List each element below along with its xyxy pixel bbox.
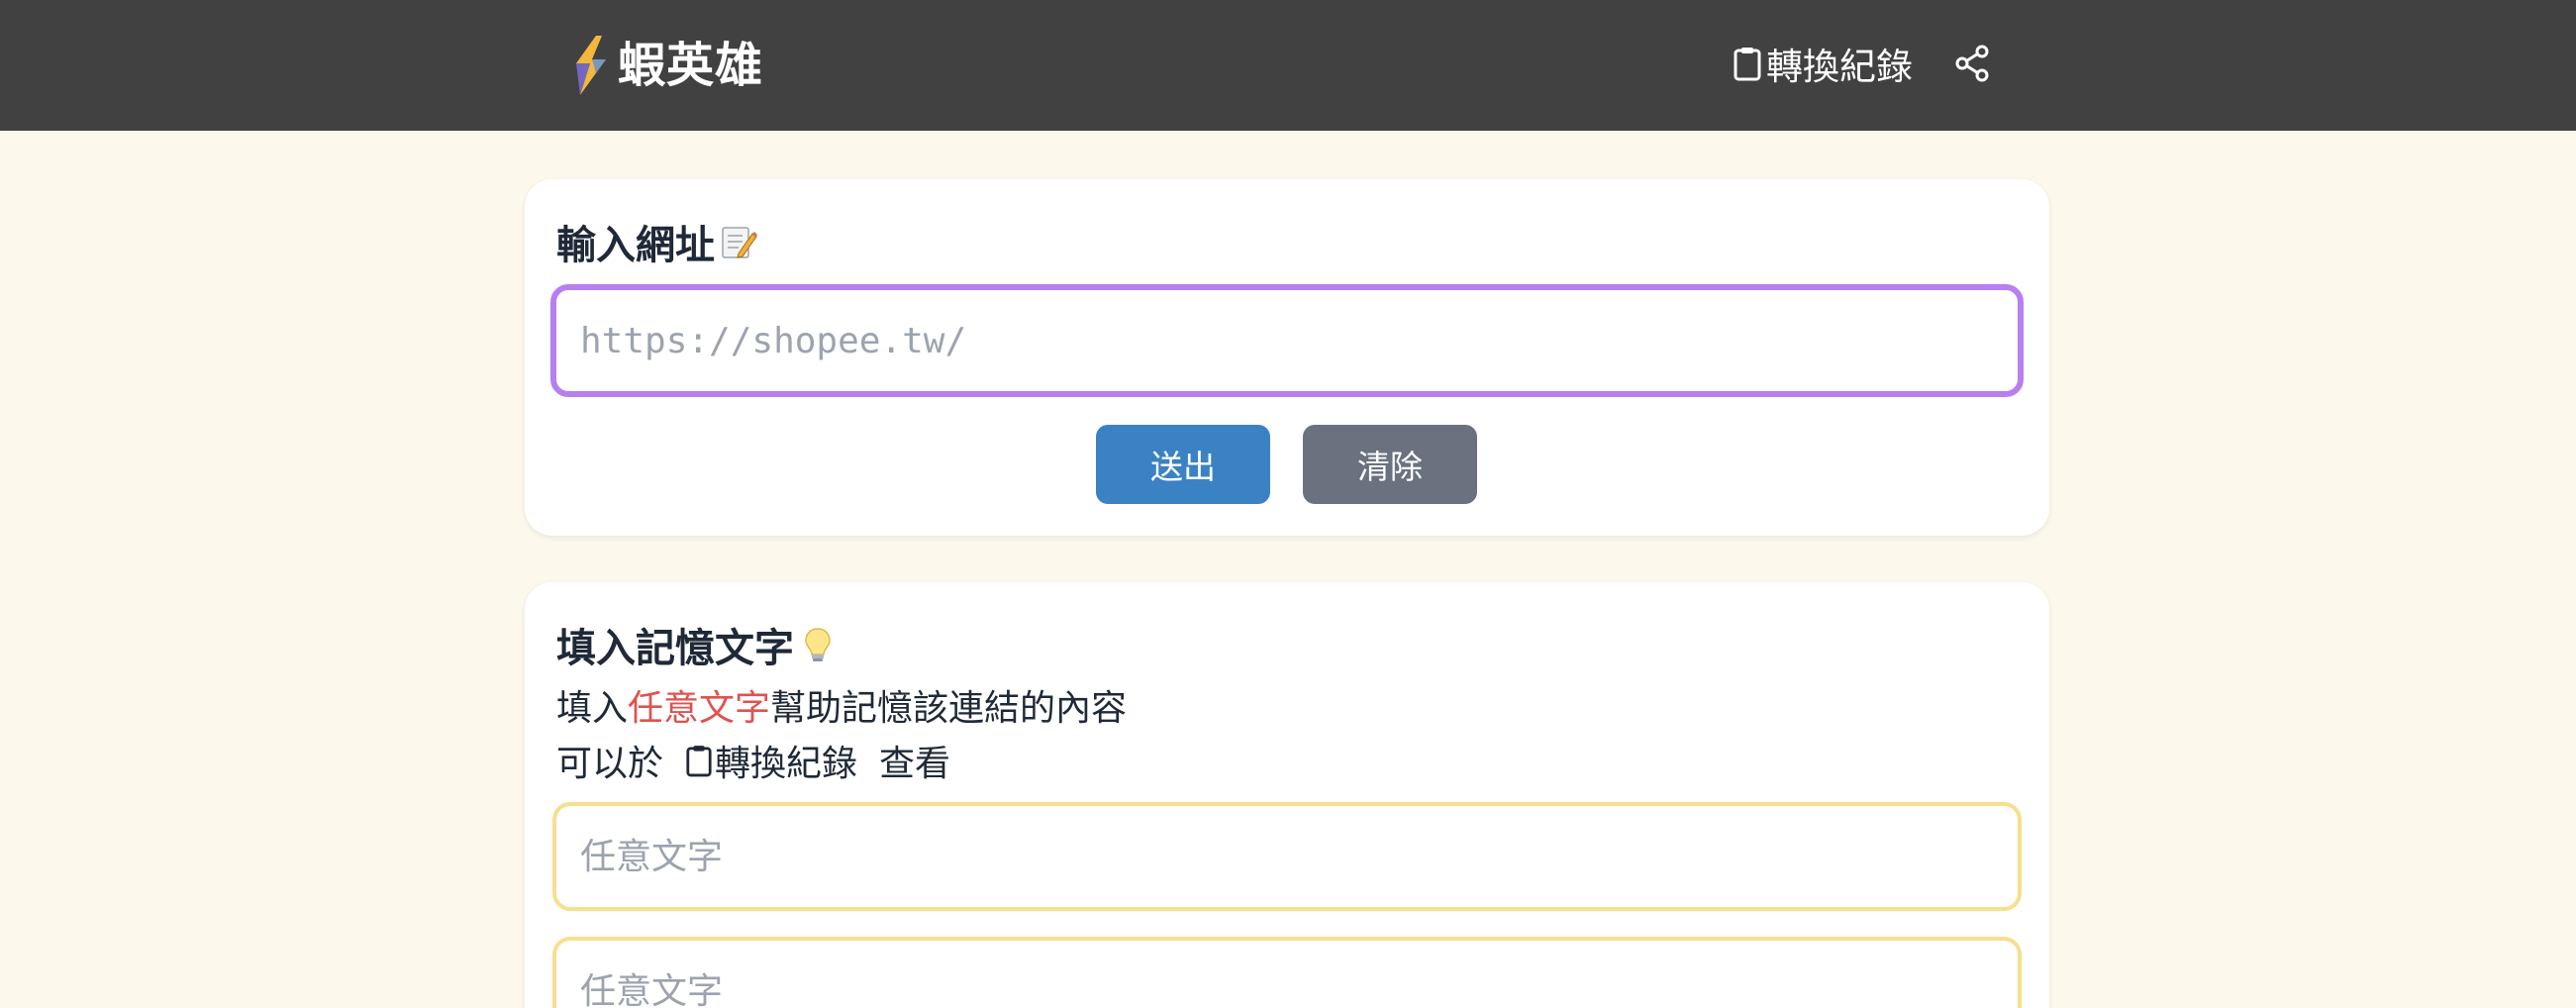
memo-desc-suffix: 幫助記憶該連結的內容 (770, 688, 1128, 729)
url-input[interactable] (550, 284, 2024, 397)
memo-input-2[interactable] (552, 937, 2022, 1008)
memo-card-title: 填入記憶文字 (556, 616, 838, 673)
submit-button[interactable]: 送出 (1096, 425, 1270, 504)
memo-input-1[interactable] (552, 802, 2022, 911)
share-icon (1955, 45, 1989, 82)
lightning-bolt-logo-icon (576, 36, 606, 95)
brand[interactable]: 蝦英雄 (566, 34, 763, 97)
memo-description: 填入 任意文字 幫助記憶該連結的內容 (556, 679, 1127, 731)
memo-text-card: 填入記憶文字 填入 任意文字 幫助記憶該連結的內容 可以於 轉換紀錄 查看 (525, 582, 2049, 1008)
memo-hint-suffix: 查看 (879, 744, 951, 784)
memo-history-hint: 可以於 轉換紀錄 查看 (556, 735, 950, 786)
memo-desc-prefix: 填入 (556, 688, 629, 729)
top-navbar: 蝦英雄 轉換紀錄 (0, 0, 2576, 131)
history-inline-label: 轉換紀錄 (715, 744, 858, 784)
memo-pencil-icon (722, 227, 757, 258)
history-inline-link[interactable]: 轉換紀錄 (685, 735, 857, 786)
share-button[interactable] (1950, 42, 1994, 85)
url-card-title-text: 輸入網址 (556, 223, 715, 268)
memo-desc-highlight: 任意文字 (628, 688, 771, 729)
clipboard-icon (1734, 48, 1761, 81)
memo-card-title-text: 填入記憶文字 (556, 626, 794, 671)
nav-history-label: 轉換紀錄 (1766, 46, 1913, 88)
url-card-title: 輸入網址 (556, 213, 758, 270)
brand-name: 蝦英雄 (618, 38, 764, 93)
memo-hint-prefix: 可以於 (556, 744, 664, 784)
nav-history-link[interactable]: 轉換紀錄 (1733, 36, 1913, 91)
clipboard-icon (686, 746, 712, 777)
url-input-card: 輸入網址 送出 清除 (525, 179, 2049, 536)
clear-button[interactable]: 清除 (1303, 425, 1477, 504)
light-bulb-icon (805, 628, 831, 661)
